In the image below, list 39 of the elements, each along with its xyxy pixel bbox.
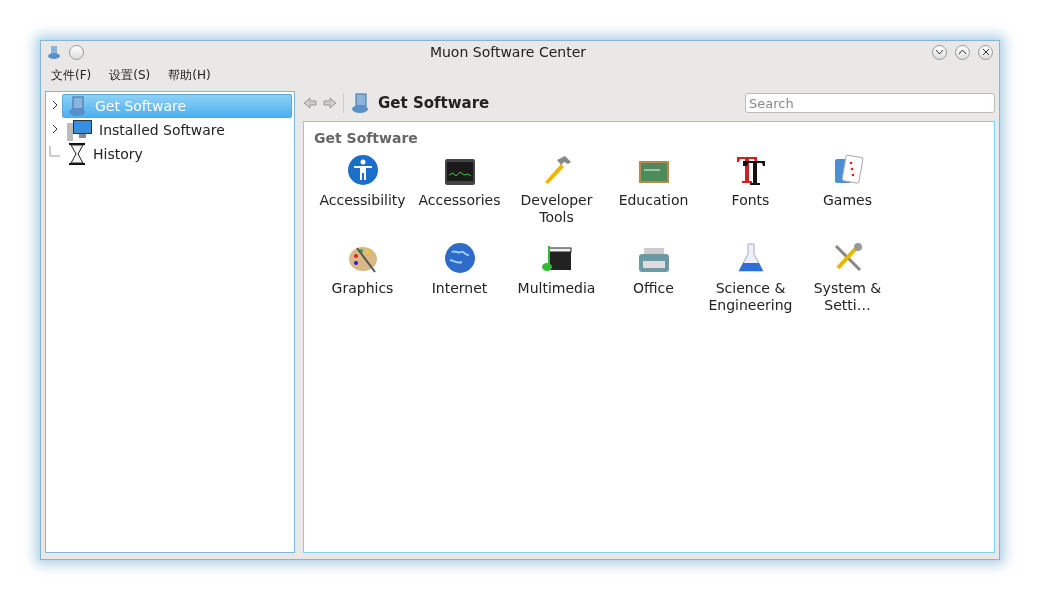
chevron-down-icon [936, 49, 943, 55]
category-button[interactable]: Education [605, 152, 702, 226]
chalkboard-icon [637, 160, 670, 186]
package-icon [47, 45, 61, 59]
typewriter-icon [637, 246, 670, 274]
category-button[interactable]: Graphics [314, 240, 411, 314]
maximize-button[interactable] [955, 44, 970, 60]
category-button[interactable]: Accessibility [314, 152, 411, 226]
menu-item[interactable]: 帮助(H) [168, 66, 211, 84]
window-title: Muon Software Center [428, 44, 588, 60]
close-icon [982, 49, 989, 55]
menu-item[interactable]: 文件(F) [51, 66, 92, 84]
category-button[interactable]: Fonts [702, 152, 799, 226]
forward-arrow-icon [323, 97, 337, 109]
tree-line [49, 146, 61, 160]
category-button[interactable]: Games [799, 152, 896, 226]
category-button[interactable]: Multimedia [508, 240, 605, 314]
menu-item[interactable]: 设置(S) [109, 66, 151, 84]
category-button[interactable]: Office [605, 240, 702, 314]
hourglass-icon [67, 143, 87, 165]
category-button[interactable]: Internet [411, 240, 508, 314]
category-button[interactable]: System & Setti… [799, 240, 896, 314]
close-button[interactable] [978, 44, 993, 60]
page-title: Get Software [378, 94, 491, 112]
globe-icon [443, 242, 476, 274]
person-icon [346, 154, 379, 186]
sidebar-item[interactable]: Installed Software [62, 118, 292, 142]
section-heading: Get Software [314, 130, 419, 146]
category-button[interactable]: Developer Tools [508, 152, 605, 226]
letter-t-icon [734, 154, 767, 186]
terminal-icon [443, 158, 476, 186]
monitor-icon [67, 119, 93, 141]
search-field[interactable]: Search [745, 93, 995, 113]
minimize-button[interactable] [932, 44, 947, 60]
sidebar-item[interactable]: History [62, 142, 292, 166]
category-button[interactable]: Science & Engineering [702, 240, 799, 314]
category-button[interactable]: Accessories [411, 152, 508, 226]
chevron-up-icon [959, 49, 966, 55]
back-arrow-icon [303, 97, 317, 109]
